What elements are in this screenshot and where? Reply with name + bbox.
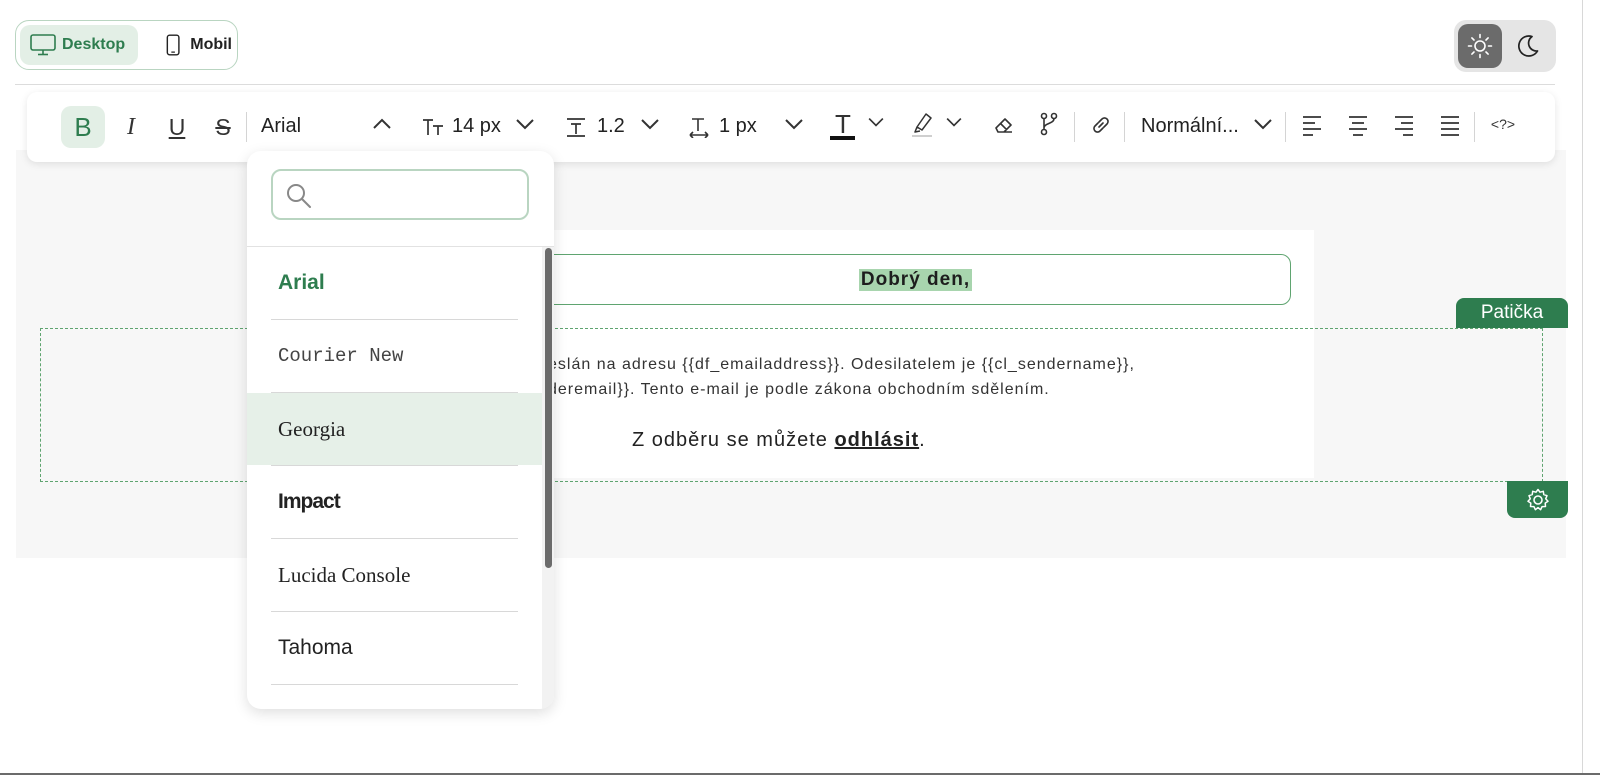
chevron-up-icon[interactable] [372, 117, 392, 131]
dark-mode-button[interactable] [1506, 24, 1550, 68]
eraser-icon[interactable] [993, 114, 1015, 136]
header-divider [15, 84, 1555, 85]
line-height-icon [567, 118, 585, 137]
align-right-icon[interactable] [1393, 114, 1415, 136]
light-mode-button[interactable] [1458, 24, 1502, 68]
footer-text-line-1: eslán na adresu {{df_emailaddress}}. Ode… [548, 356, 1135, 373]
heading-text[interactable]: Dobrý den, [858, 268, 973, 291]
toolbar-separator [1285, 112, 1286, 142]
theme-toggle [1454, 20, 1556, 72]
font-option-arial[interactable]: Arial [247, 247, 542, 319]
font-option-label: Courier New [278, 345, 404, 367]
toolbar-separator [1124, 112, 1125, 142]
source-code-button[interactable]: <?> [1485, 112, 1521, 136]
unsubscribe-suffix: . [919, 429, 926, 451]
unsubscribe-text: Z odběru se můžete odhlásit. [632, 429, 926, 452]
unsubscribe-prefix: Z odběru se můžete [632, 429, 835, 451]
toolbar-separator [1474, 112, 1475, 142]
heading-block[interactable]: Dobrý den, [540, 254, 1291, 305]
font-search-field[interactable] [271, 169, 529, 220]
mobile-button[interactable]: Mobil [144, 25, 232, 65]
moon-icon [1518, 35, 1539, 57]
letter-spacing-select[interactable]: 1 px [719, 112, 757, 140]
chevron-down-icon[interactable] [515, 117, 535, 131]
font-option-impact[interactable]: Impact [247, 466, 542, 538]
search-icon [287, 184, 311, 208]
chevron-down-icon[interactable] [784, 117, 804, 131]
panel-border [1582, 0, 1583, 775]
desktop-button[interactable]: Desktop [20, 25, 138, 65]
font-size-select[interactable]: 14 px [452, 112, 501, 140]
font-family-select[interactable]: Arial [261, 112, 301, 140]
font-option-label: Tahoma [278, 636, 353, 659]
option-divider [271, 684, 518, 685]
italic-glyph: I [127, 113, 135, 140]
code-icon: <?> [1490, 116, 1516, 132]
chevron-down-icon[interactable] [945, 116, 963, 128]
bold-button[interactable]: B [61, 106, 105, 148]
dropdown-scrollbar-thumb[interactable] [545, 248, 552, 568]
font-option-courier-new[interactable]: Courier New [247, 320, 542, 392]
font-option-label: Impact [278, 490, 341, 513]
monitor-icon [30, 34, 56, 56]
footer-settings-button[interactable] [1507, 481, 1568, 518]
chevron-down-icon[interactable] [640, 117, 660, 131]
underline-button[interactable]: U [157, 106, 197, 148]
text-color-swatch [830, 136, 855, 140]
desktop-label: Desktop [62, 36, 126, 53]
block-style-select[interactable]: Normální... [1141, 112, 1239, 140]
footer-text-line-2: deremail}}. Tento e-mail je podle zákona… [548, 381, 1050, 398]
align-left-icon[interactable] [1301, 114, 1323, 136]
toolbar-separator [246, 112, 247, 142]
unsubscribe-link[interactable]: odhlásit [834, 429, 919, 451]
phone-icon [166, 34, 180, 56]
text-color-icon: T [835, 108, 851, 139]
font-search-input[interactable] [321, 179, 520, 213]
align-center-icon[interactable] [1347, 114, 1369, 136]
sun-icon [1467, 33, 1493, 59]
font-option-tahoma[interactable]: Tahoma [247, 612, 542, 684]
font-option-georgia[interactable]: Georgia [247, 393, 542, 465]
font-size-icon [423, 119, 443, 135]
font-option-label: Georgia [278, 416, 346, 441]
chevron-down-icon[interactable] [867, 116, 885, 128]
bold-glyph: B [74, 111, 92, 142]
font-family-dropdown: Arial Courier New Georgia Impact Lucida … [247, 151, 554, 709]
footer-tag: Patička [1456, 298, 1568, 328]
italic-button[interactable]: I [111, 106, 151, 148]
toolbar-separator [1074, 112, 1075, 142]
link-icon[interactable] [1090, 114, 1112, 136]
strike-glyph: S [215, 113, 231, 140]
device-toggle: Desktop Mobil [15, 20, 238, 70]
line-height-select[interactable]: 1.2 [597, 112, 625, 140]
gear-icon [1526, 488, 1549, 510]
font-option-label: Lucida Console [278, 562, 411, 587]
font-option-lucida-console[interactable]: Lucida Console [247, 539, 542, 611]
letter-spacing-icon [689, 118, 709, 138]
chevron-down-icon[interactable] [1253, 117, 1273, 131]
mobile-label: Mobil [190, 36, 232, 53]
underline-glyph: U [168, 113, 186, 140]
merge-tag-icon[interactable] [1039, 112, 1059, 136]
highlight-marker-icon[interactable] [909, 110, 935, 138]
align-justify-icon[interactable] [1439, 114, 1461, 136]
font-option-label: Arial [278, 271, 325, 294]
strikethrough-button[interactable]: S [203, 106, 243, 148]
